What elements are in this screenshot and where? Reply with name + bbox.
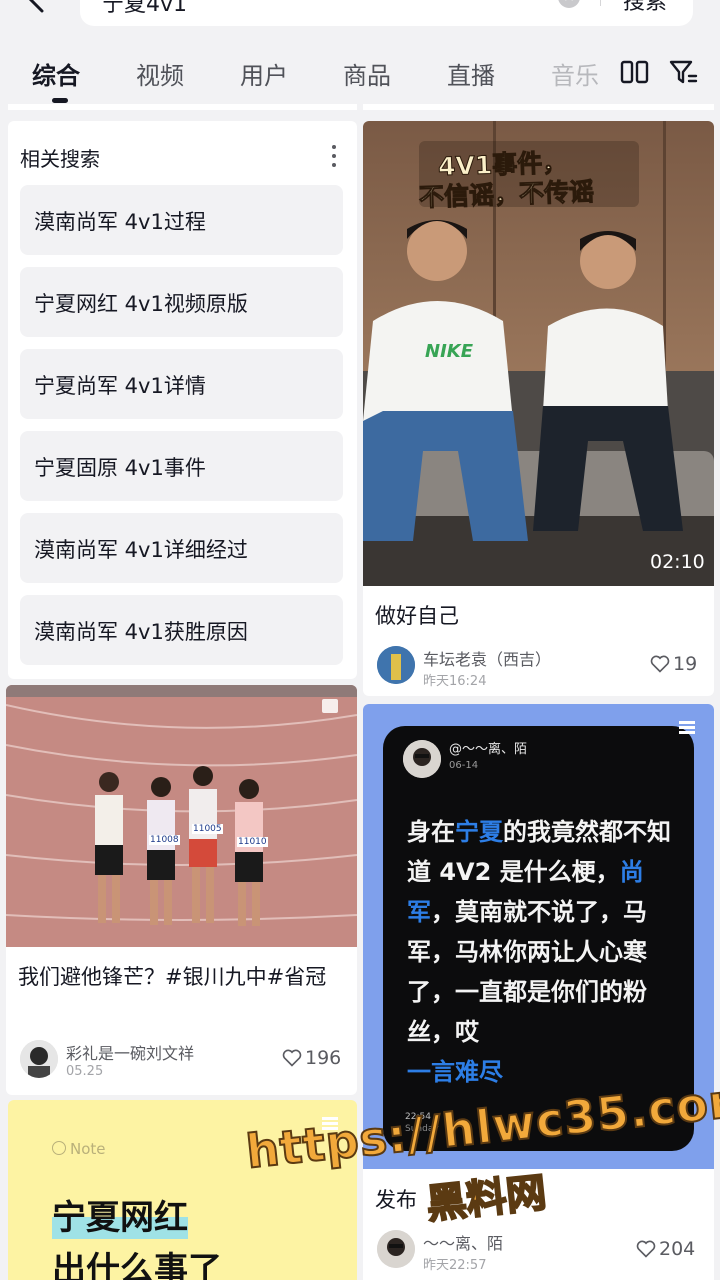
tab-all[interactable]: 综合 <box>32 56 80 91</box>
post-title: 发布 <box>375 1188 417 1212</box>
inner-username: @～～离、陌 <box>449 742 528 757</box>
bib-number: 11008 <box>149 835 180 845</box>
avatar[interactable] <box>377 646 415 684</box>
post-date: 昨天22:57 <box>423 1258 487 1273</box>
author-name[interactable]: ～～离、陌 <box>423 1230 503 1254</box>
heart-icon[interactable] <box>650 655 670 673</box>
tab-video[interactable]: 视频 <box>136 56 184 91</box>
layout-toggle-icon[interactable] <box>620 58 650 86</box>
note-circle-icon <box>52 1141 66 1155</box>
avatar <box>403 740 441 778</box>
related-search-item[interactable]: 漠南尚军 4v1详细经过 <box>20 513 343 583</box>
author-name[interactable]: 彩礼是一碗刘文祥 <box>66 1040 194 1064</box>
related-search-item[interactable]: 漠南尚军 4v1过程 <box>20 185 343 255</box>
top-bar: 宁夏4v1 × 搜索 <box>0 0 720 40</box>
related-search-item[interactable]: 漠南尚军 4v1获胜原因 <box>20 595 343 665</box>
note-line2: 出什么事了 <box>52 1250 222 1280</box>
tab-music[interactable]: 音乐 <box>551 56 599 91</box>
heart-icon[interactable] <box>636 1240 656 1258</box>
post-date: 05.25 <box>66 1064 104 1079</box>
author-name[interactable]: 车坛老袁（西吉） <box>423 646 551 670</box>
video-duration: 02:10 <box>650 551 705 573</box>
gallery-icon <box>679 721 695 734</box>
bib-number: 11005 <box>192 824 223 834</box>
bib-number: 11010 <box>237 837 268 847</box>
post-image[interactable] <box>6 685 357 947</box>
search-query[interactable]: 宁夏4v1 <box>102 0 187 18</box>
photo-post-card[interactable]: 11008 11005 11010 我们避他锋芒？#银川九中#省冠 彩礼是一碗刘… <box>6 685 357 1095</box>
filter-icon[interactable] <box>668 58 698 86</box>
screenshot-text: 身在宁夏的我竟然都不知道 4V2 是什么梗，尚军，莫南就不说了，马军，马林你两让… <box>407 818 671 1086</box>
divider <box>600 0 601 6</box>
related-search-item[interactable]: 宁夏尚军 4v1详情 <box>20 349 343 419</box>
note-label: Note <box>70 1140 106 1158</box>
avatar[interactable] <box>20 1040 58 1078</box>
tab-products[interactable]: 商品 <box>343 56 391 91</box>
like-count[interactable]: 19 <box>650 653 697 675</box>
like-count[interactable]: 204 <box>636 1238 695 1260</box>
tab-bar: 综合 视频 用户 商品 直播 音乐 <box>0 40 720 104</box>
post-date: 昨天16:24 <box>423 674 487 689</box>
card-edge <box>8 104 357 110</box>
search-input[interactable]: 宁夏4v1 × 搜索 <box>80 0 693 26</box>
heart-icon[interactable] <box>282 1049 302 1067</box>
related-search-card: 相关搜索 漠南尚军 4v1过程 宁夏网红 4v1视频原版 宁夏尚军 4v1详情 … <box>8 121 357 679</box>
back-arrow-icon[interactable] <box>22 0 52 14</box>
post-title: 做好自己 <box>375 604 459 628</box>
active-tab-indicator <box>52 98 68 103</box>
inner-date: 06-14 <box>449 760 479 771</box>
clear-icon[interactable]: × <box>558 0 580 8</box>
post-title: 我们避他锋芒？#银川九中#省冠 <box>18 965 327 989</box>
search-button[interactable]: 搜索 <box>623 0 667 16</box>
shirt-logo-text: NIKE <box>425 341 474 362</box>
more-options-icon[interactable] <box>330 143 338 167</box>
like-count[interactable]: 196 <box>282 1047 341 1069</box>
related-search-item[interactable]: 宁夏网红 4v1视频原版 <box>20 267 343 337</box>
card-edge <box>363 104 714 110</box>
related-search-heading: 相关搜索 <box>20 147 100 171</box>
related-search-item[interactable]: 宁夏固原 4v1事件 <box>20 431 343 501</box>
video-post-card[interactable]: 4V1事件， 不信谣，不传谣 NIKE 02:10 做好自己 车坛老袁（西吉） … <box>363 121 714 696</box>
tab-users[interactable]: 用户 <box>240 56 288 91</box>
video-caption-line2: 不信谣，不传谣 <box>418 176 595 213</box>
tab-live[interactable]: 直播 <box>447 56 495 91</box>
note-line1: 宁夏网红 <box>52 1190 188 1239</box>
avatar[interactable] <box>377 1230 415 1268</box>
